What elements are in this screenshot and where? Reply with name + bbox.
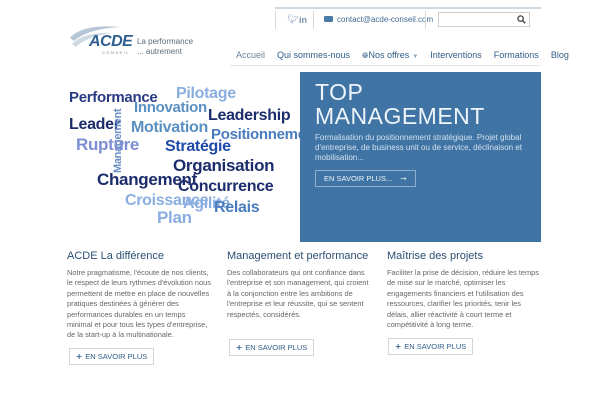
nav-item-formations[interactable]: Formations [488, 50, 545, 61]
search-field[interactable] [438, 12, 530, 30]
hero-more-button[interactable]: EN SAVOIR PLUS... → [315, 170, 416, 187]
chevron-down-icon: ▼ [412, 54, 419, 60]
main-nav: Accueil Qui sommes-nous 🌐︎Nos offres ▼ In… [230, 50, 575, 61]
column-title: ACDE La différence [67, 250, 165, 262]
column-title: Maîtrise des projets [387, 250, 483, 262]
word-cloud-word: Relais [214, 199, 260, 216]
more-button-projets[interactable]: + EN SAVOIR PLUS [388, 338, 474, 355]
word-cloud-word: Leadership [208, 107, 291, 124]
nav-divider [230, 65, 541, 66]
linkedin-icon[interactable]: in [299, 15, 307, 25]
column-title: Management et performance [227, 250, 369, 262]
divider [313, 11, 314, 29]
hero-title-line: TOP [315, 79, 364, 105]
feature-column-projets: Maîtrise des projets Faciliter la prise … [387, 250, 539, 330]
more-button-management[interactable]: + EN SAVOIR PLUS [229, 339, 315, 356]
nav-item-nos-offres[interactable]: 🌐︎Nos offres ▼ [356, 50, 424, 61]
hero-description: Formalisation du positionnement stratégi… [315, 133, 522, 162]
email-text[interactable]: contact@acde-conseil.com [337, 15, 433, 24]
column-text: Notre pragmatisme, l'écoute de nos clien… [67, 268, 211, 340]
word-cloud-word: Plan [157, 208, 192, 227]
search-icon[interactable] [517, 15, 526, 24]
envelope-icon [324, 16, 333, 22]
feature-column-management: Management et performance Des collaborat… [227, 250, 372, 320]
tagline-line: ... autrement [137, 47, 182, 56]
email-link[interactable]: contact@acde-conseil.com [324, 15, 433, 24]
word-cloud-word: Rupture [76, 135, 140, 154]
nav-item-accueil[interactable]: Accueil [230, 50, 271, 61]
nav-item-blog[interactable]: Blog [545, 50, 575, 61]
plus-icon: + [236, 343, 243, 352]
logo[interactable]: ACDE CONSEIL [68, 24, 140, 58]
button-label: EN SAVOIR PLUS [245, 343, 308, 352]
hero-title: TOP MANAGEMENT [315, 80, 526, 128]
more-button-difference[interactable]: + EN SAVOIR PLUS [69, 348, 155, 365]
tagline: La performance ... autrement [137, 37, 193, 57]
column-text: Des collaborateurs qui ont confiance dan… [227, 268, 369, 319]
word-cloud-word: Stratégie [165, 138, 231, 155]
feature-column-difference: ACDE La différence Notre pragmatisme, l'… [67, 250, 212, 341]
arrow-right-icon: → [400, 174, 407, 183]
divider [425, 11, 426, 29]
hero-title-line: MANAGEMENT [315, 103, 485, 129]
word-cloud-image: Performance Innovation Pilotage Leadersh… [60, 72, 300, 242]
plus-icon: + [395, 342, 402, 351]
tagline-line: La performance [137, 37, 194, 46]
word-cloud-word: Pilotage [176, 85, 236, 102]
divider [275, 11, 276, 29]
nav-item-interventions[interactable]: Interventions [424, 50, 488, 61]
button-label: EN SAVOIR PLUS [85, 352, 148, 361]
button-label: EN SAVOIR PLUS [404, 342, 467, 351]
logo-text: ACDE [89, 33, 133, 50]
nav-item-label: Nos offres [368, 50, 410, 60]
word-cloud-word: Motivation [131, 119, 208, 136]
twitter-icon[interactable]: 🐦︎ [287, 15, 298, 25]
search-input[interactable] [439, 17, 513, 30]
hero-panel: TOP MANAGEMENT Formalisation du position… [300, 72, 541, 242]
logo-subtext: CONSEIL [102, 50, 131, 55]
plus-icon: + [76, 352, 83, 361]
hero-button-label: EN SAVOIR PLUS... [324, 174, 393, 183]
column-text: Faciliter la prise de décision, réduire … [387, 268, 539, 330]
nav-item-qui-sommes-nous[interactable]: Qui sommes-nous [271, 50, 356, 61]
